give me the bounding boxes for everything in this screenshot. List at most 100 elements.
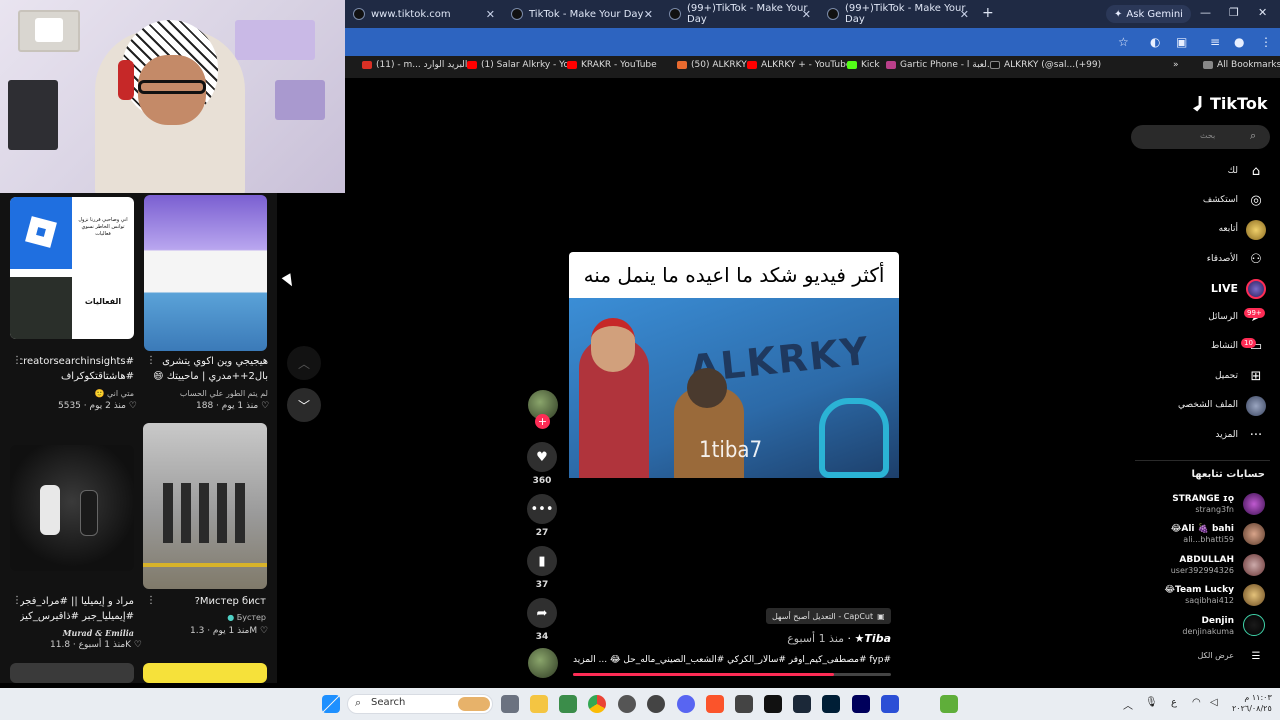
video-thumbnail[interactable] [10, 663, 134, 683]
video-player[interactable]: ALKRKY 1tiba7 [569, 298, 899, 478]
next-video-button[interactable]: ﹀ [287, 388, 321, 422]
following-name[interactable]: 😂Ali 🍇 bahi [1120, 524, 1234, 534]
photoshop-icon[interactable] [822, 695, 840, 713]
maximize-icon[interactable]: ❐ [1229, 6, 1239, 19]
tab-1[interactable]: www.tiktok.com ✕ [345, 2, 501, 26]
nav-friends[interactable]: الأصدقاء [1150, 254, 1238, 264]
tab-2[interactable]: TikTok - Make Your Day ✕ [503, 2, 659, 26]
close-tab-icon[interactable]: ✕ [802, 8, 811, 21]
nav-upload[interactable]: تحميل [1150, 371, 1238, 381]
bookmark-kick[interactable]: Kick [847, 60, 880, 70]
file-explorer-icon[interactable] [530, 695, 548, 713]
nav-live[interactable]: LIVE [1190, 282, 1238, 295]
video-thumbnail[interactable] [144, 195, 267, 351]
discord-icon[interactable] [677, 695, 695, 713]
snipping-icon[interactable] [735, 695, 753, 713]
settings-icon[interactable] [647, 695, 665, 713]
following-avatar[interactable] [1243, 554, 1265, 576]
nav-profile[interactable]: الملف الشخصي [1150, 400, 1238, 410]
following-avatar[interactable] [1243, 523, 1265, 545]
bookmark-tiktok[interactable]: ALKRKY (@sal...(+99) [990, 60, 1101, 70]
nav-for-you[interactable]: لك [1150, 166, 1238, 176]
capcut-app-icon[interactable] [764, 695, 782, 713]
tiktok-logo[interactable]: TikTok [1193, 94, 1267, 113]
volume-icon[interactable]: ◁ [1210, 697, 1218, 708]
premiere-icon[interactable] [852, 695, 870, 713]
video-progress-bar[interactable] [573, 673, 891, 676]
task-view-icon[interactable] [501, 695, 519, 713]
bookmark-youtube-3[interactable]: ALKRKY + - YouTube [747, 60, 851, 70]
follow-plus-icon[interactable]: + [535, 414, 550, 429]
card-title[interactable]: مراد و إيميليا || #مراد_فجر [20, 596, 134, 607]
windows-start-icon[interactable] [322, 695, 340, 713]
card-author[interactable]: لم يتم الطور علي الحساب [154, 389, 268, 398]
author-name[interactable]: Tiba★ [855, 632, 891, 645]
following-name[interactable]: ABDULLAH [1120, 555, 1234, 565]
steam-icon[interactable] [793, 695, 811, 713]
wifi-icon[interactable]: ◠ [1192, 697, 1201, 708]
chrome-icon[interactable] [588, 695, 606, 713]
comment-button[interactable]: ••• [527, 494, 557, 524]
video-thumbnail[interactable] [10, 445, 134, 571]
bookmark-youtube-2[interactable]: KRAKR - YouTube [567, 60, 657, 70]
all-bookmarks[interactable]: All Bookmarks [1203, 60, 1280, 70]
nav-following[interactable]: أتابعه [1150, 224, 1238, 234]
nav-explore[interactable]: استكشف [1150, 195, 1238, 205]
sound-avatar[interactable] [528, 648, 558, 678]
close-tab-icon[interactable]: ✕ [960, 8, 969, 21]
video-description[interactable]: #fyp #مصطفى_كيم_اوفر #سالار_الكركي #الشع… [570, 655, 891, 665]
video-thumbnail[interactable] [143, 423, 267, 589]
following-name[interactable]: 😂Team Lucky [1120, 585, 1234, 595]
bookmark-youtube-1[interactable]: (1) Salar Alkrky - Yo... [467, 60, 577, 70]
card-author[interactable]: Murad & Emilia [20, 628, 134, 638]
card-title[interactable]: #creatorsearchinsights [20, 356, 134, 367]
tab-4[interactable]: (99+)TikTok - Make Your Day ✕ [819, 2, 975, 26]
see-all-link[interactable]: عرض الكل [1170, 651, 1234, 660]
following-avatar[interactable] [1243, 614, 1265, 636]
store-icon[interactable] [559, 695, 577, 713]
close-window-icon[interactable]: ✕ [1258, 6, 1267, 19]
card-author[interactable]: متي اني 🙂 [20, 389, 134, 398]
minecraft-icon[interactable] [940, 695, 958, 713]
following-name[interactable]: STRANGE ɪǫ [1120, 494, 1234, 504]
close-tab-icon[interactable]: ✕ [644, 8, 653, 21]
tray-overflow-icon[interactable]: ︿ [1123, 697, 1133, 712]
capcut-badge[interactable]: ▣ CapCut - التعديل أصبح أسهل [766, 608, 891, 624]
nav-messages[interactable]: الرسائل [1150, 312, 1238, 322]
search-icon[interactable]: ⌕ [1250, 129, 1256, 143]
following-name[interactable]: Denjin [1120, 616, 1234, 626]
following-avatar[interactable] [1243, 584, 1265, 606]
previous-video-button[interactable]: ︿ [287, 346, 321, 380]
input-language[interactable]: ع [1171, 697, 1177, 708]
card-title[interactable]: Мистер бист? [154, 596, 266, 607]
video-thumbnail[interactable] [143, 663, 267, 683]
card-author[interactable]: Бустер ● [154, 613, 266, 622]
video-thumbnail[interactable]: اني وصاحبي قررنا نزول توانس الخاطر نسوي … [10, 197, 134, 339]
menu-icon[interactable]: ⋮ [1260, 35, 1272, 49]
share-button[interactable]: ➦ [527, 598, 557, 628]
bookmark-gmail[interactable]: (11) - m... البريد الوارد [362, 60, 467, 70]
bookmarks-overflow[interactable]: » [1173, 60, 1179, 70]
new-tab-button[interactable]: + [982, 5, 994, 21]
nav-more[interactable]: المزيد [1150, 430, 1238, 440]
obs-icon[interactable] [618, 695, 636, 713]
brave-icon[interactable] [706, 695, 724, 713]
like-button[interactable]: ♥ [527, 442, 557, 472]
microphone-icon[interactable]: 🎙 [1145, 697, 1158, 708]
taskbar-clock[interactable]: ١١:٠٣ م ٢٠٢٦/٠٨/٢٥ [1232, 692, 1272, 714]
save-button[interactable]: ▮ [527, 546, 557, 576]
bookmark-alkrky[interactable]: (50) ALKRKY [677, 60, 747, 70]
tab-3[interactable]: (99+)TikTok - Make Your Day ✕ [661, 2, 817, 26]
media-icon[interactable]: ≡ [1210, 35, 1220, 49]
weather-widget-icon[interactable] [458, 697, 490, 711]
ask-gemini-button[interactable]: ✦ Ask Gemini [1106, 5, 1191, 23]
minimize-icon[interactable]: — [1200, 6, 1211, 19]
nav-activity[interactable]: النشاط [1150, 341, 1238, 351]
bookmark-star-icon[interactable]: ☆ [1118, 35, 1129, 49]
close-tab-icon[interactable]: ✕ [486, 8, 495, 21]
bookmark-gartic[interactable]: Gartic Phone - لعبة ا... [886, 60, 995, 70]
app-icon[interactable] [881, 695, 899, 713]
puzzle-icon[interactable]: ▣ [1176, 35, 1187, 49]
extension-icon[interactable]: ◐ [1150, 35, 1160, 49]
card-title[interactable]: هيجيجي وين اكوي يتشرى [154, 356, 268, 367]
